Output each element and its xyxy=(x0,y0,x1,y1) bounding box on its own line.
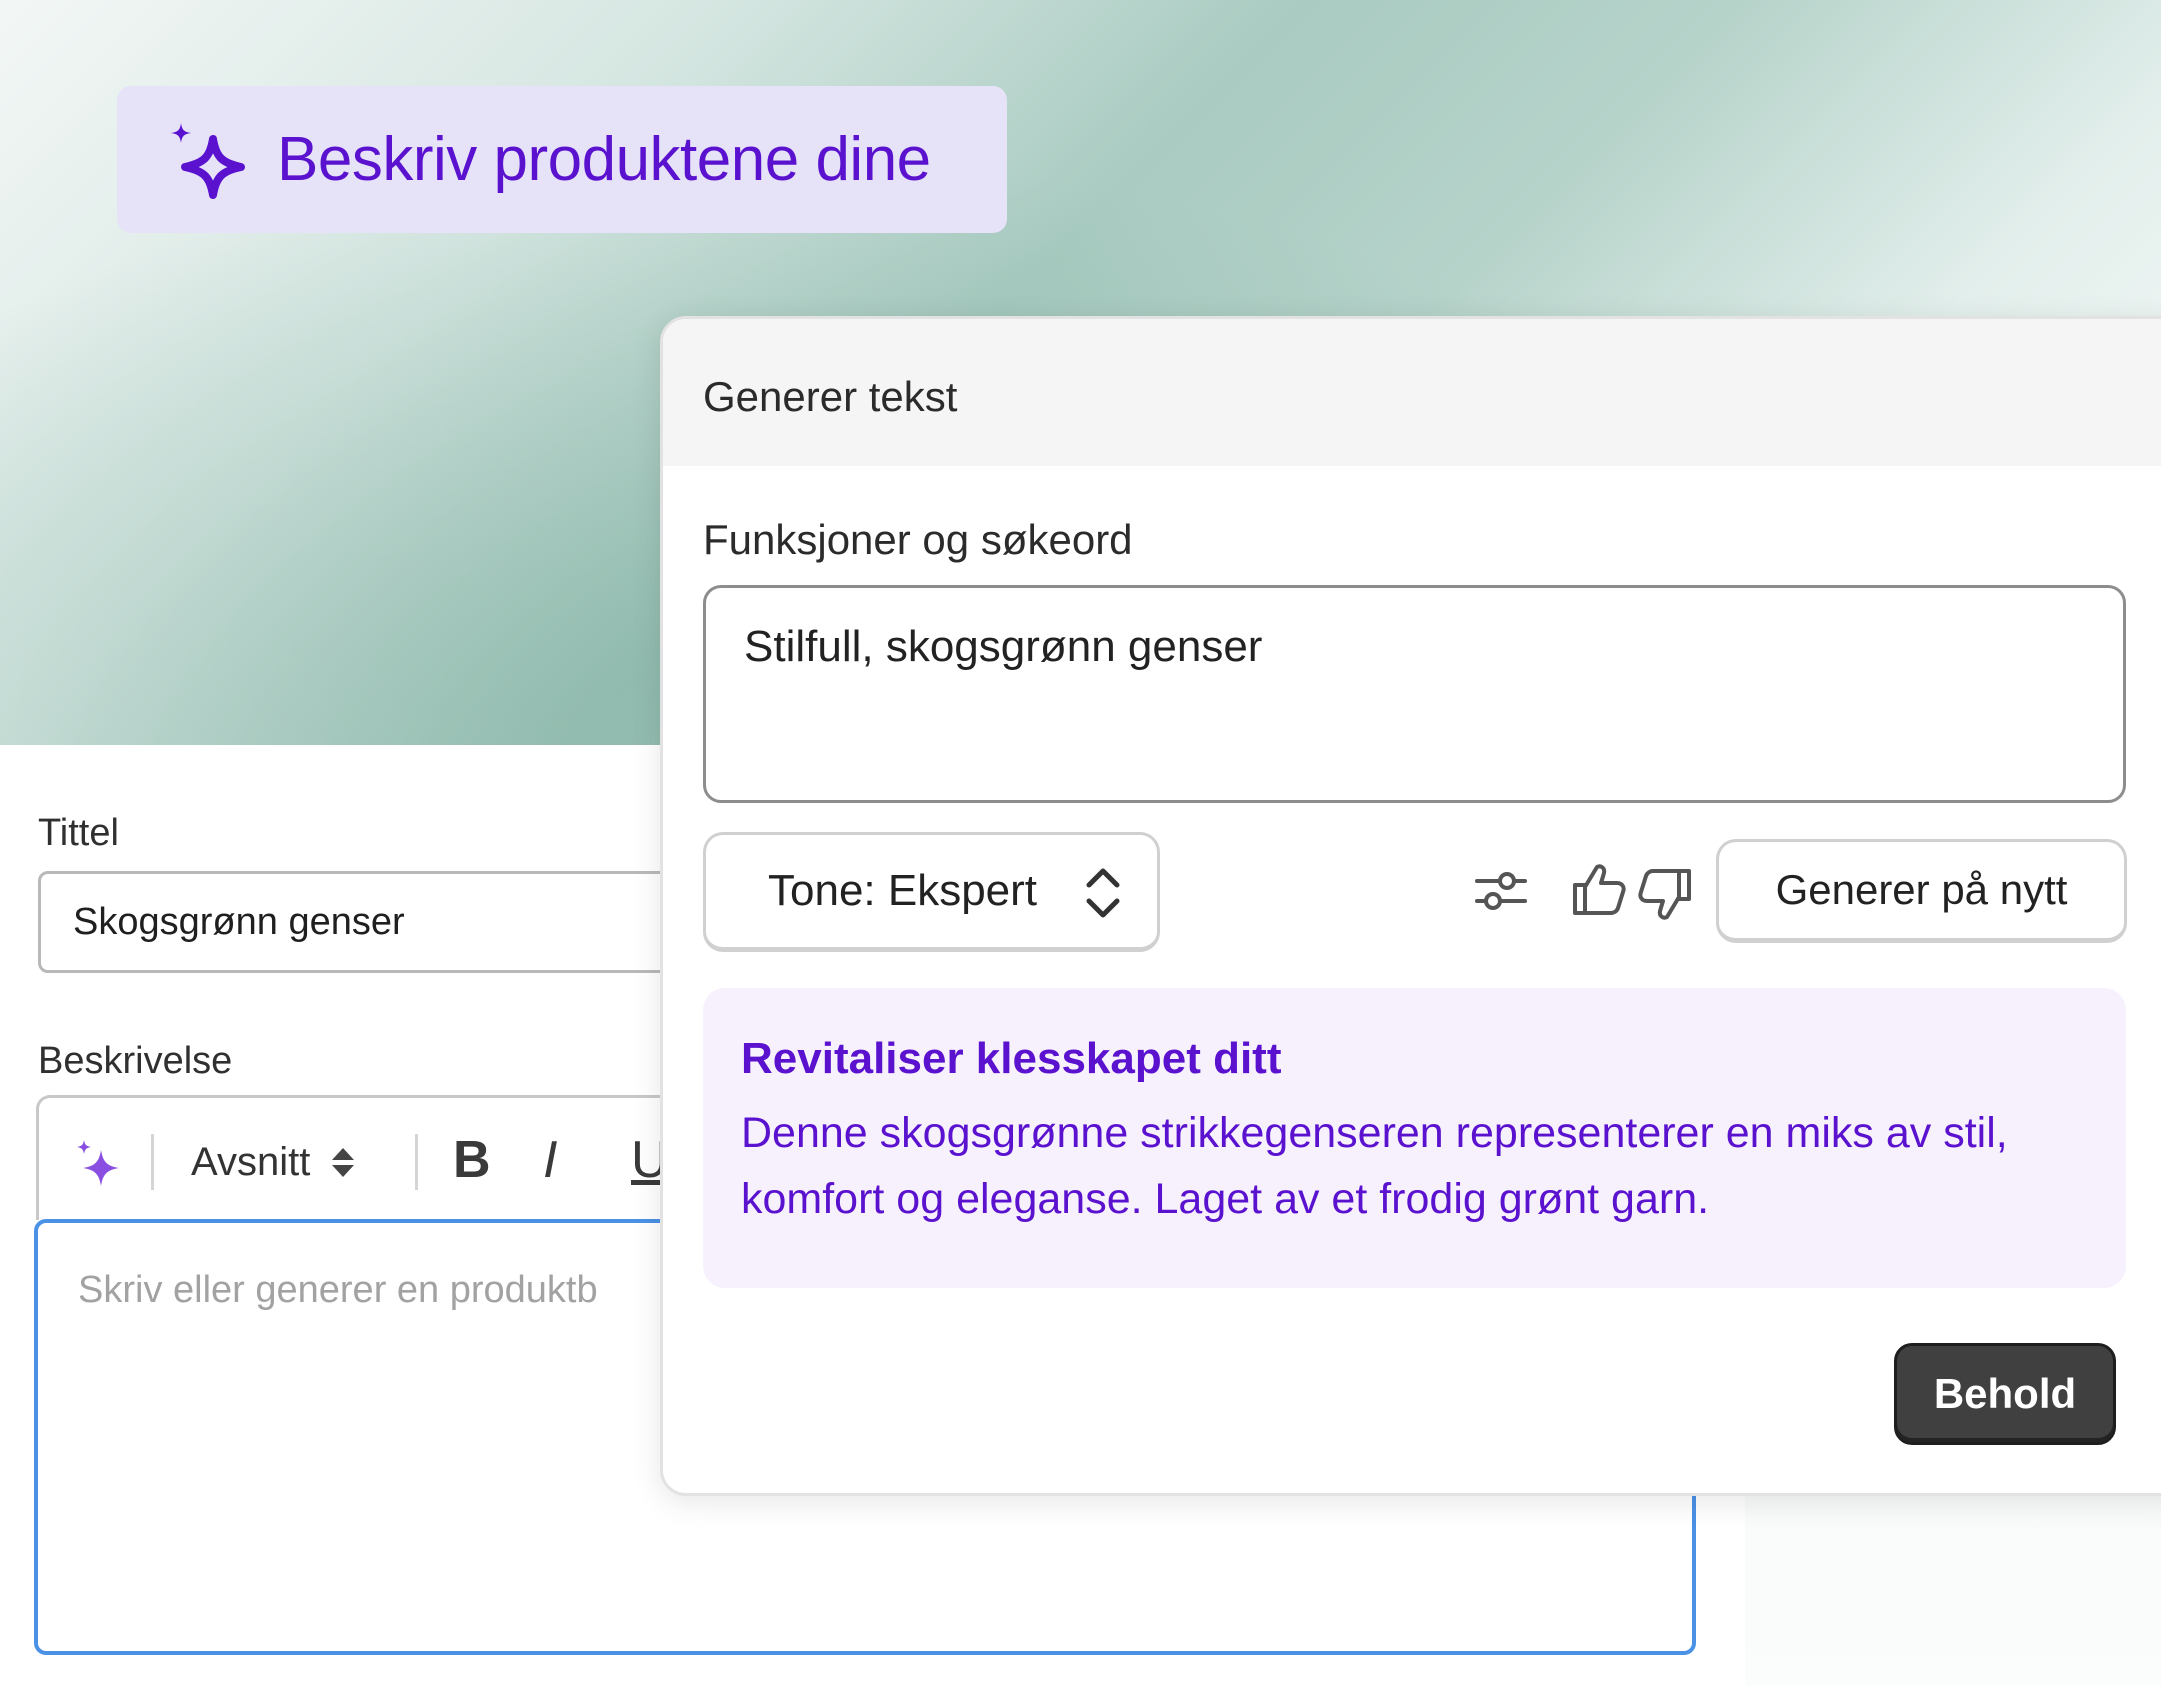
toolbar-divider xyxy=(151,1134,154,1190)
tone-select[interactable]: Tone: Ekspert xyxy=(703,832,1160,952)
paragraph-style-label: Avsnitt xyxy=(191,1139,311,1184)
description-placeholder: Skriv eller generer en produktb xyxy=(78,1269,598,1311)
keywords-value: Stilfull, skogsgrønn genser xyxy=(744,622,1263,671)
keep-button[interactable]: Behold xyxy=(1894,1343,2116,1445)
sort-icon xyxy=(332,1147,355,1177)
tone-label: Tone: Ekspert xyxy=(768,866,1038,915)
title-input[interactable]: Skogsgrønn genser xyxy=(38,871,758,973)
generated-result: Revitaliser klesskapet ditt Denne skogsg… xyxy=(703,988,2126,1288)
chevron-updown-icon xyxy=(1086,868,1120,918)
paragraph-style-select[interactable]: Avsnitt xyxy=(191,1134,355,1190)
keywords-label: Funksjoner og søkeord xyxy=(703,516,1133,563)
title-input-value: Skogsgrønn genser xyxy=(73,900,405,943)
result-body: Denne skogsgrønne strikkegenseren repres… xyxy=(741,1109,2008,1223)
result-title: Revitaliser klesskapet ditt xyxy=(741,1034,1282,1083)
title-label: Tittel xyxy=(38,812,119,854)
generate-text-dialog: Generer tekst Funksjoner og søkeord Stil… xyxy=(660,316,2161,1496)
sliders-icon[interactable] xyxy=(1471,861,1531,921)
dialog-header: Generer tekst xyxy=(663,319,2161,466)
italic-button[interactable]: I xyxy=(543,1128,557,1192)
thumbs-up-icon[interactable] xyxy=(1569,859,1629,919)
bold-button[interactable]: B xyxy=(453,1128,491,1192)
editor-toolbar: Avsnitt B I U xyxy=(36,1095,756,1220)
description-label: Beskrivelse xyxy=(38,1040,233,1082)
sparkle-small-icon[interactable] xyxy=(73,1136,123,1186)
thumbs-down-icon[interactable] xyxy=(1635,865,1695,925)
regenerate-button[interactable]: Generer på nytt xyxy=(1716,839,2127,943)
headline-pill: Beskriv produktene dine xyxy=(117,86,1007,233)
keywords-textarea[interactable]: Stilfull, skogsgrønn genser xyxy=(703,585,2126,803)
dialog-title: Generer tekst xyxy=(703,373,958,420)
sparkle-icon xyxy=(171,122,245,199)
headline-text: Beskriv produktene dine xyxy=(277,125,931,194)
toolbar-divider xyxy=(415,1134,418,1190)
